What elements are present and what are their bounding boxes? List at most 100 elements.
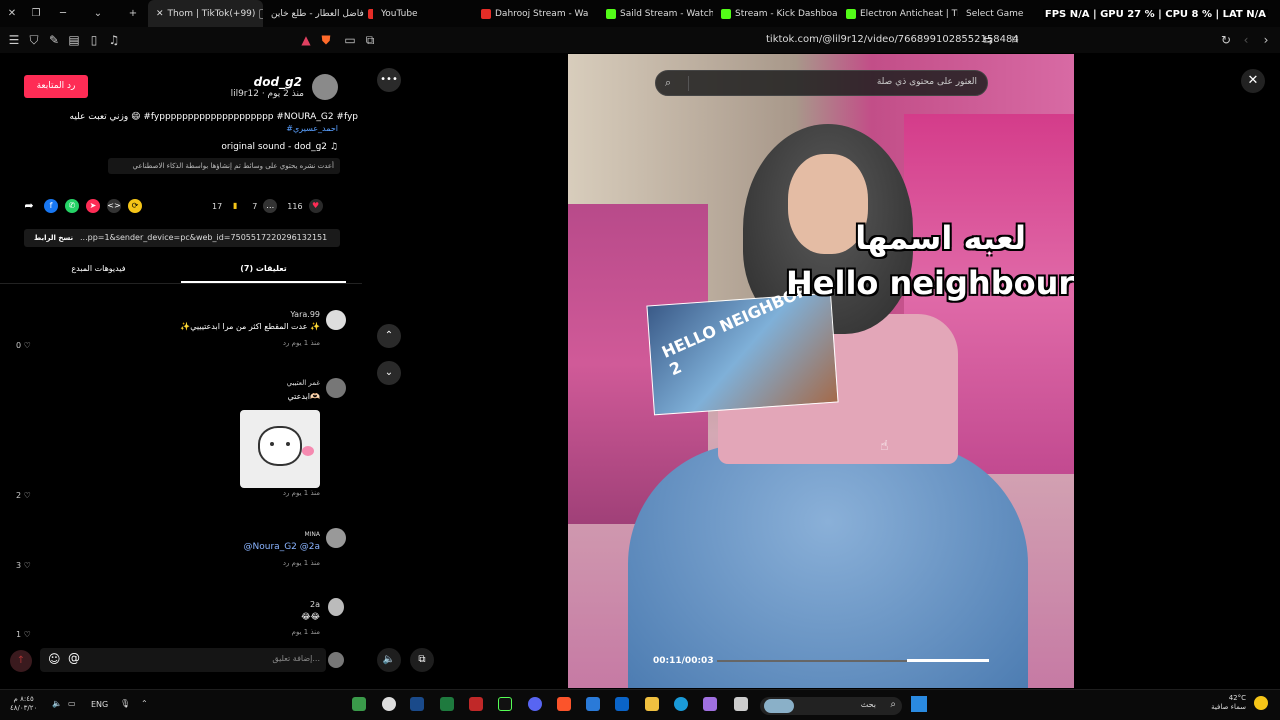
more-options-button[interactable]: ••• — [377, 68, 401, 92]
comment-mention[interactable]: @Noura_G2 @2a — [244, 542, 320, 552]
tab-electron[interactable]: Electron Anticheat | The — [838, 0, 958, 27]
comment-input[interactable]: ☺ @ إضافة تعليق... — [40, 648, 326, 672]
comment-avatar[interactable] — [326, 310, 346, 330]
comment-like[interactable]: 3 ♡ — [16, 561, 31, 570]
facebook-icon[interactable]: f — [44, 199, 58, 213]
tab-select-game[interactable]: Select Game — [958, 0, 1038, 27]
shield-icon[interactable]: ⛉ — [24, 33, 44, 48]
comment-meta[interactable]: منذ 1 يوم رد — [283, 339, 320, 347]
comment-avatar[interactable] — [326, 378, 346, 398]
windows-start-icon[interactable] — [911, 696, 927, 712]
tab-kick-dashboard[interactable]: Stream - Kick Dashboard — [713, 0, 838, 27]
speaker-icon[interactable]: 🔈 — [52, 699, 62, 708]
video-player[interactable]: HELLO NEIGHBOR 2 لعبه اسمها Hello neighb… — [568, 54, 1074, 688]
music-icon[interactable]: ♫ — [104, 33, 124, 47]
comment-author[interactable]: MINA — [304, 531, 320, 538]
back-icon[interactable]: ‹ — [1236, 33, 1256, 47]
network-icon[interactable]: ▭ — [68, 699, 76, 708]
post-sound[interactable]: original sound - dod_g2 ♫ — [221, 142, 338, 152]
volume-icon[interactable]: 🔈 — [377, 648, 401, 672]
comment-like[interactable]: 1 ♡ — [16, 630, 31, 639]
author-username[interactable]: dod_g2 — [254, 75, 302, 89]
pip-icon[interactable]: ⧉ — [410, 648, 434, 672]
saves-count: 17 — [212, 201, 223, 211]
tab-list-icon[interactable]: ⌄ — [78, 8, 118, 19]
pen-icon[interactable]: ✎ — [44, 33, 64, 47]
minimize-icon[interactable]: ─ — [48, 8, 78, 19]
comment-meta[interactable]: منذ 1 يوم رد — [283, 559, 320, 567]
reload-icon[interactable]: ↻ — [1216, 33, 1236, 47]
restore-icon[interactable]: ❐ — [24, 8, 48, 19]
comment-like[interactable]: 0 ♡ — [16, 341, 31, 350]
share-icon[interactable]: ➦ — [22, 199, 36, 213]
tab-tiktok[interactable]: ✕ Thom | TikTok(+99) — [148, 0, 263, 27]
comment-avatar[interactable] — [326, 528, 346, 548]
tray-chevron-icon[interactable]: ⌃ — [141, 699, 148, 708]
comment-author[interactable]: غمر العتيبي — [287, 379, 320, 387]
tab-close-icon[interactable]: ✕ — [156, 9, 164, 19]
emoji-icon[interactable]: ☺ — [48, 652, 61, 666]
heart-icon[interactable]: ♥ — [308, 199, 323, 213]
taskbar-clock[interactable]: ٨:٤٥ م ٤٨/٠٣/٢٠ — [10, 695, 37, 713]
forward-icon[interactable]: › — [1256, 33, 1276, 47]
post-hashtag[interactable]: #احمد_عسيري — [286, 124, 338, 133]
video-progress-bar[interactable] — [717, 659, 989, 662]
app-icon-red[interactable] — [469, 697, 483, 711]
comment-author[interactable]: Yara.99 — [290, 310, 320, 319]
tab-creator-videos[interactable]: فيديوهات المبدع — [16, 261, 181, 283]
microphone-icon[interactable]: 🎙 — [120, 699, 130, 708]
whatsapp-icon[interactable]: ✆ — [65, 199, 79, 213]
search-icon[interactable]: ⌕ — [665, 76, 671, 90]
comment-avatar[interactable] — [328, 598, 344, 616]
embed-icon[interactable]: <> — [107, 199, 121, 213]
follow-back-button[interactable]: رد المتابعة — [24, 75, 88, 98]
app-icon-blue[interactable] — [586, 697, 600, 711]
extension-icon[interactable]: ⧉ — [360, 33, 380, 48]
tab-fadel[interactable]: فاضل العطار - طلع خاين — [263, 0, 373, 27]
discord-icon[interactable] — [528, 697, 542, 711]
screen-icon[interactable]: ▭ — [340, 33, 360, 47]
send-comment-button[interactable]: ↑ — [10, 650, 32, 672]
comment-like[interactable]: 2 ♡ — [16, 491, 31, 500]
sidebar-icon[interactable]: ▯ — [84, 33, 104, 47]
chevron-down-icon[interactable]: ⌄ — [377, 361, 401, 385]
menu-icon[interactable]: ☰ — [4, 33, 24, 47]
author-avatar[interactable] — [312, 74, 338, 100]
language-indicator[interactable]: ENG — [91, 700, 108, 709]
close-icon[interactable]: ✕ — [1241, 69, 1265, 93]
store-icon[interactable] — [615, 697, 629, 711]
taskbar-search[interactable]: بحث ⌕ — [760, 697, 902, 715]
app-icon-green[interactable] — [352, 697, 366, 711]
comment-meta[interactable]: منذ 1 يوم — [292, 628, 320, 636]
tab-saild[interactable]: Saild Stream - Watch — [598, 0, 713, 27]
file-explorer-icon[interactable] — [645, 697, 659, 711]
app-icon-steam[interactable] — [382, 697, 396, 711]
mention-icon[interactable]: @ — [68, 651, 80, 665]
copilot-icon[interactable] — [703, 697, 717, 711]
steam-icon[interactable] — [410, 697, 424, 711]
bookmark-save-icon[interactable]: ▮ — [228, 199, 242, 213]
tab-youtube[interactable]: YouTube — [373, 0, 473, 27]
tab-comments[interactable]: تعليقات (7) — [181, 261, 346, 283]
weather-widget[interactable]: 42°C سماء صافية — [1211, 694, 1246, 712]
comment-icon[interactable]: … — [263, 199, 278, 213]
close-window-icon[interactable]: ✕ — [0, 8, 24, 19]
chevron-up-icon[interactable]: ⌃ — [377, 324, 401, 348]
app-icon-white[interactable] — [734, 697, 748, 711]
address-bar[interactable]: tiktok.com/@lil9r12/video/76689910285521… — [766, 34, 1019, 45]
copy-link-button[interactable]: نسخ الرابط — [34, 229, 73, 247]
tab-dahrooj[interactable]: Dahrooj Stream - Wa — [473, 0, 598, 27]
comment-meta[interactable]: منذ 1 يوم رد — [283, 489, 320, 497]
triangle-icon[interactable]: ▲ — [296, 33, 316, 47]
edge-icon[interactable] — [674, 697, 688, 711]
brave-shield-icon[interactable]: ⛊ — [316, 33, 336, 48]
comment-author[interactable]: 2a — [310, 600, 320, 609]
send-icon[interactable]: ➤ — [86, 199, 100, 213]
tabs-icon[interactable]: ▤ — [64, 33, 84, 47]
related-search-input[interactable]: ⌕ العثور على محتوى ذي صلة — [655, 70, 988, 96]
repost-icon[interactable]: ⟳ — [128, 199, 142, 213]
excel-icon[interactable] — [440, 697, 454, 711]
new-tab-icon[interactable]: + — [118, 8, 148, 19]
brave-icon[interactable] — [557, 697, 571, 711]
app-icon-nvidia[interactable] — [498, 697, 512, 711]
